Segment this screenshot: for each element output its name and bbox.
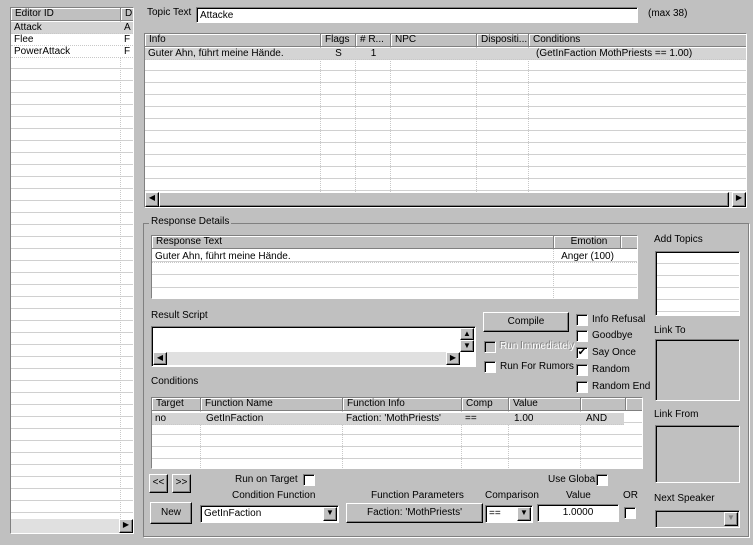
list-item[interactable]: Flee F — [11, 34, 133, 46]
column-response-text[interactable]: Response Text — [152, 236, 554, 249]
scroll-left-button[interactable]: ◀ — [145, 192, 159, 207]
value-input[interactable]: 1.0000 — [537, 504, 619, 522]
info-refusal-label: Info Refusal — [592, 314, 646, 325]
column-responses[interactable]: # R... — [356, 34, 391, 47]
compile-button[interactable]: Compile — [483, 312, 569, 332]
or-label: OR — [623, 490, 638, 501]
column-info[interactable]: Info — [145, 34, 321, 47]
value-label: Value — [566, 490, 591, 501]
link-from-label: Link From — [654, 409, 699, 420]
say-once-label: Say Once — [592, 347, 636, 358]
goodbye-checkbox[interactable] — [576, 330, 588, 342]
info-list[interactable]: Info Flags # R... NPC Dispositi... Condi… — [144, 33, 747, 208]
topic-text-label: Topic Text — [147, 7, 192, 18]
comparison-label: Comparison — [485, 490, 539, 501]
function-parameters-label: Function Parameters — [371, 490, 464, 501]
new-condition-button[interactable]: New — [150, 502, 192, 524]
column-conditions[interactable]: Conditions — [529, 34, 746, 47]
add-topics-label: Add Topics — [654, 234, 703, 245]
condition-function-combo[interactable]: GetInFaction ▼ — [200, 505, 339, 523]
column-comp[interactable]: Comp — [462, 398, 509, 411]
chevron-down-icon[interactable]: ▼ — [323, 507, 337, 521]
add-topics-list[interactable] — [655, 251, 740, 316]
response-list[interactable]: Response Text Emotion Guter Ahn, führt m… — [151, 235, 638, 299]
condition-row[interactable]: no GetInFaction Faction: 'MothPriests' =… — [152, 413, 624, 425]
scroll-right-button[interactable]: ▶ — [446, 352, 460, 365]
chevron-down-icon[interactable]: ▼ — [724, 512, 738, 526]
list-item[interactable]: Attack A — [11, 22, 133, 34]
column-disposition[interactable]: Dispositi... — [477, 34, 529, 47]
column-target[interactable]: Target — [152, 398, 201, 411]
next-speaker-combo[interactable]: ▼ — [655, 510, 740, 528]
conditions-label: Conditions — [151, 376, 199, 387]
scroll-left-button[interactable]: ◀ — [153, 352, 167, 365]
comparison-combo[interactable]: == ▼ — [485, 505, 533, 523]
column-emotion[interactable]: Emotion — [554, 236, 621, 249]
chevron-down-icon[interactable]: ▼ — [517, 507, 531, 521]
condition-function-label: Condition Function — [232, 490, 316, 501]
response-details-label: Response Details — [149, 216, 232, 227]
column-function-info[interactable]: Function Info — [343, 398, 462, 411]
or-checkbox[interactable] — [624, 507, 636, 519]
random-checkbox[interactable] — [576, 364, 588, 376]
run-for-rumors-checkbox[interactable] — [484, 361, 496, 373]
column-d[interactable]: D — [121, 8, 133, 21]
list-item[interactable]: PowerAttack F — [11, 46, 133, 58]
scroll-down-button[interactable]: ▼ — [460, 340, 474, 352]
run-for-rumors-label: Run For Rumors — [500, 361, 574, 372]
column-npc[interactable]: NPC — [391, 34, 477, 47]
column-value[interactable]: Value — [509, 398, 581, 411]
info-refusal-checkbox[interactable] — [576, 314, 588, 326]
column-function-name[interactable]: Function Name — [201, 398, 343, 411]
result-script-input[interactable]: ▲ ▼ ◀ ▶ — [151, 326, 476, 367]
run-on-target-label: Run on Target — [235, 474, 298, 485]
scroll-right-button[interactable]: ▶ — [732, 192, 746, 207]
random-label: Random — [592, 364, 630, 375]
use-global-label: Use Global — [548, 474, 598, 485]
next-speaker-label: Next Speaker — [654, 493, 715, 504]
goodbye-label: Goodbye — [592, 330, 633, 341]
random-end-label: Random End — [592, 381, 651, 392]
column-blank — [626, 398, 642, 411]
function-parameters-button[interactable]: Faction: 'MothPriests' — [346, 503, 483, 523]
link-to-list[interactable] — [655, 339, 740, 401]
scroll-up-button[interactable]: ▲ — [460, 328, 474, 340]
info-row[interactable]: Guter Ahn, führt meine Hände. S 1 (GetIn… — [145, 48, 746, 60]
topic-text-input[interactable]: Attacke — [196, 7, 638, 23]
column-editor-id[interactable]: Editor ID — [11, 8, 121, 21]
max-length-hint: (max 38) — [648, 8, 688, 19]
scroll-thumb[interactable] — [159, 192, 729, 207]
column-flags[interactable]: Flags — [321, 34, 356, 47]
conditions-list[interactable]: Target Function Name Function Info Comp … — [151, 397, 643, 469]
horizontal-scrollbar[interactable]: ▶ — [11, 519, 133, 533]
run-immediately-checkbox[interactable] — [484, 341, 496, 353]
run-on-target-checkbox[interactable] — [303, 474, 315, 486]
link-to-label: Link To — [654, 325, 686, 336]
result-script-label: Result Script — [151, 310, 208, 321]
response-row[interactable]: Guter Ahn, führt meine Hände. Anger (100… — [152, 251, 637, 263]
use-global-checkbox[interactable] — [596, 474, 608, 486]
run-immediately-label: Run Immediately — [500, 341, 576, 352]
random-end-checkbox[interactable] — [576, 381, 588, 393]
topic-list[interactable]: Editor ID D Attack A Flee F PowerAttack F ▶ — [10, 7, 134, 534]
column-operator[interactable] — [581, 398, 626, 411]
scroll-right-button[interactable]: ▶ — [119, 519, 133, 533]
horizontal-scrollbar[interactable]: ◀ ▶ — [153, 352, 460, 365]
horizontal-scrollbar[interactable]: ◀ ▶ — [145, 192, 746, 207]
say-once-checkbox[interactable]: ✔ — [576, 347, 588, 359]
next-condition-button[interactable]: >> — [172, 474, 191, 493]
link-from-list[interactable] — [655, 425, 740, 483]
column-blank — [621, 236, 637, 249]
previous-condition-button[interactable]: << — [149, 474, 168, 493]
